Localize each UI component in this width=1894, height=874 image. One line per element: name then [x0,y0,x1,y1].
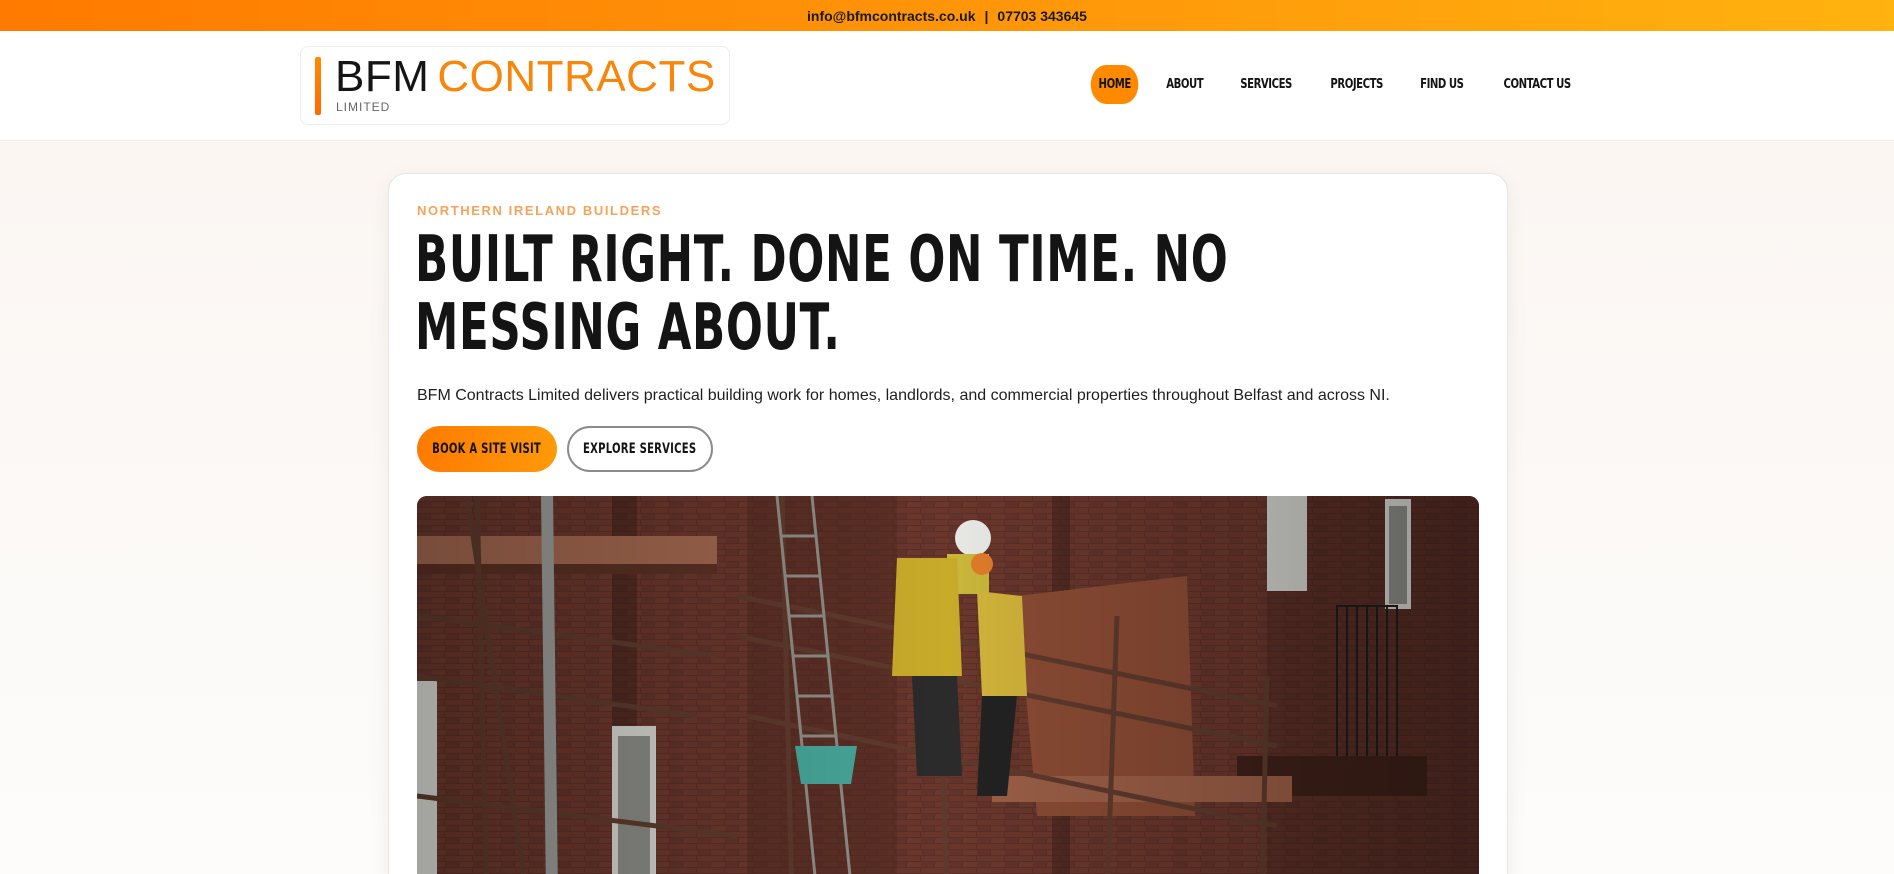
hero-headline: BUILT RIGHT. DONE ON TIME. NO MESSING AB… [415,223,1229,365]
contact-email-link[interactable]: info@bfmcontracts.co.uk [807,8,975,24]
hero-lead: BFM Contracts Limited delivers practical… [417,387,1390,404]
logo-link[interactable]: BFM CONTRACTS LIMITED [300,46,730,125]
explore-services-button[interactable]: EXPLORE SERVICES [567,426,713,472]
contact-phone-link[interactable]: 07703 343645 [997,8,1087,24]
nav-home[interactable]: HOME [1090,65,1139,104]
logo-brand-contracts: CONTRACTS [437,52,716,101]
nav-services[interactable]: SERVICES [1234,65,1298,104]
nav-contact-us[interactable]: CONTACT US [1497,65,1577,104]
logo-accent-bar [315,57,321,115]
hero-card: NORTHERN IRELAND BUILDERS BUILT RIGHT. D… [388,173,1508,874]
hero-image [417,496,1479,874]
hero-eyebrow: NORTHERN IRELAND BUILDERS [417,203,663,218]
explore-services-label: EXPLORE SERVICES [583,441,697,457]
book-site-visit-button[interactable]: BOOK A SITE VISIT [417,426,557,472]
scaffolding-photo [417,496,1479,874]
logo-subtitle: LIMITED [336,100,391,114]
nav-about[interactable]: ABOUT [1160,65,1209,104]
top-contact-bar: info@bfmcontracts.co.uk | 07703 343645 [0,0,1894,31]
contact-separator: | [984,7,989,24]
nav-projects[interactable]: PROJECTS [1324,65,1389,104]
logo-wordmark: BFM CONTRACTS [335,54,716,100]
site-header: BFM CONTRACTS LIMITED HOME ABOUT SERVICES… [0,31,1894,141]
nav-find-us[interactable]: FIND US [1414,65,1470,104]
logo-brand-bfm: BFM [335,52,430,101]
main-nav: HOME ABOUT SERVICES PROJECTS FIND US CON… [1084,65,1588,104]
book-site-visit-label: BOOK A SITE VISIT [432,441,542,457]
